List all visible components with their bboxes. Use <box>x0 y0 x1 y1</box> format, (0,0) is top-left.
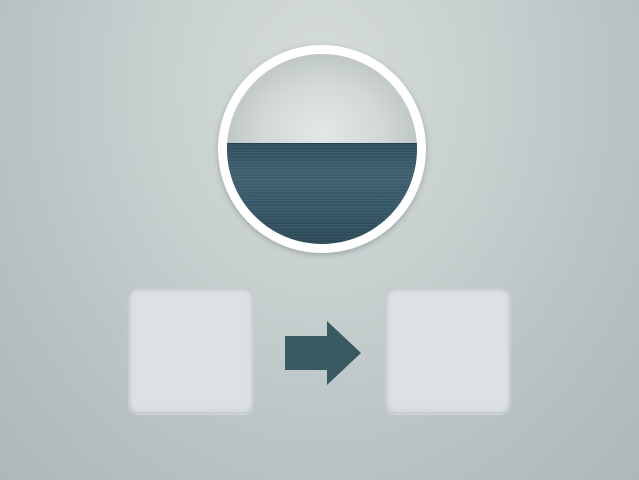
screen: { "avatar": { "icon": "ocean-horizon-pho… <box>0 0 639 480</box>
photo-horizon-line <box>227 143 417 145</box>
photo-sea <box>227 143 417 244</box>
arrow-right-icon <box>285 321 361 385</box>
ocean-horizon-photo <box>227 54 417 244</box>
source-slot[interactable] <box>128 288 254 414</box>
target-slot[interactable] <box>385 288 511 414</box>
photo-sky <box>227 54 417 144</box>
avatar-photo-frame[interactable] <box>218 45 426 253</box>
arrow-right-shape <box>285 321 361 385</box>
